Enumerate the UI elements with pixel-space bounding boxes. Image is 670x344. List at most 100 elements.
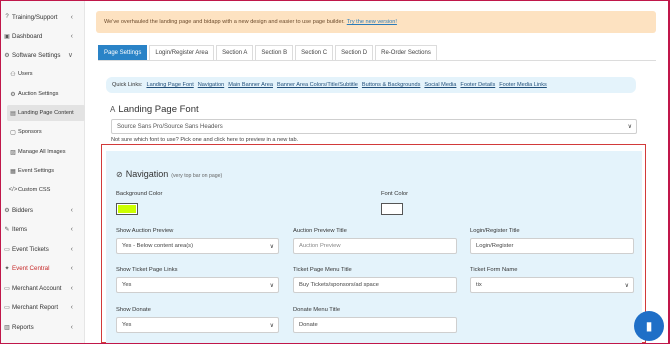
quick-link-footer-media[interactable]: Footer Media Links <box>499 82 547 88</box>
font-icon: A <box>110 105 116 114</box>
quick-link-social-media[interactable]: Social Media <box>424 82 456 88</box>
quick-link-buttons-backgrounds[interactable]: Buttons & Backgrounds <box>362 82 420 88</box>
font-color-swatch[interactable] <box>381 203 403 215</box>
show-ticket-links-select[interactable]: Yes ∨ <box>116 277 279 293</box>
users-icon: ⚇ <box>10 71 16 78</box>
tab-section-c[interactable]: Section C <box>295 45 334 60</box>
sidebar-item-label: Merchant Account <box>12 284 62 292</box>
tab-reorder-sections[interactable]: Re-Order Sections <box>375 45 437 60</box>
gear-icon: ⚙ <box>4 207 10 214</box>
auction-preview-title-input[interactable]: Auction Preview <box>293 238 457 254</box>
landing-font-select[interactable]: Source Sans Pro/Source Sans Headers ∨ <box>111 119 637 134</box>
sidebar-item-merchant-account[interactable]: ▭ Merchant Account ‹ <box>1 282 85 294</box>
sidebar-item-label: Software Settings <box>12 51 61 59</box>
chevron-down-icon: ∨ <box>67 52 73 59</box>
chevron-left-icon: ‹ <box>70 225 73 233</box>
ticket-form-name-select[interactable]: tix ∨ <box>470 277 634 293</box>
background-color-swatch[interactable] <box>116 203 138 215</box>
sidebar-item-label: Training/Support <box>12 13 58 21</box>
sidebar-item-bidders[interactable]: ⚙ Bidders ‹ <box>1 204 85 216</box>
chevron-left-icon: ‹ <box>70 206 73 214</box>
landing-font-value: Source Sans Pro/Source Sans Headers <box>117 123 223 130</box>
gear-icon: ⚙ <box>4 52 10 59</box>
quick-link-landing-font[interactable]: Landing Page Font <box>146 82 193 88</box>
ticket-menu-title-input[interactable]: Buy Tickets/sponsors/ad space <box>293 277 457 293</box>
navigation-subtitle: (very top bar on page) <box>171 173 223 179</box>
sidebar-item-dashboard[interactable]: ▣ Dashboard ‹ <box>1 30 85 42</box>
chevron-left-icon: ‹ <box>70 264 73 272</box>
sidebar-item-label: Custom CSS <box>18 187 51 193</box>
sidebar-item-label: Merchant Report <box>12 303 59 311</box>
sidebar-item-custom-css[interactable]: </> Custom CSS <box>7 184 85 196</box>
quick-link-main-banner[interactable]: Main Banner Area <box>228 82 273 88</box>
sidebar-item-landing-page-content[interactable]: ▤ Landing Page Content <box>7 105 85 121</box>
background-color-fill <box>118 205 136 213</box>
landing-font-heading: A Landing Page Font <box>110 104 199 115</box>
login-register-title-input[interactable]: Login/Register <box>470 238 634 254</box>
try-new-version-link[interactable]: Try the new version! <box>347 19 397 25</box>
quick-link-banner-colors[interactable]: Banner Area Colors/Title/Subtitle <box>277 82 358 88</box>
show-auction-preview-select[interactable]: Yes - Below content area(s) ∨ <box>116 238 279 254</box>
tab-section-a[interactable]: Section A <box>216 45 254 60</box>
chevron-left-icon: ‹ <box>70 303 73 311</box>
sidebar-item-training-support[interactable]: ? Training/Support ‹ <box>1 11 85 23</box>
ticket-form-name-value: tix <box>476 282 482 288</box>
document-icon: ▤ <box>10 110 16 117</box>
show-donate-select[interactable]: Yes ∨ <box>116 317 279 333</box>
navigation-section: ⊘ Navigation (very top bar on page) Back… <box>101 144 646 343</box>
navigation-panel: ⊘ Navigation (very top bar on page) Back… <box>106 151 642 343</box>
quick-links-bar: Quick Links: Landing Page Font Navigatio… <box>106 77 636 93</box>
quick-link-navigation[interactable]: Navigation <box>198 82 224 88</box>
chevron-left-icon: ‹ <box>70 13 73 21</box>
sidebar-item-event-tickets[interactable]: ▭ Event Tickets ‹ <box>1 243 85 255</box>
chevron-left-icon: ‹ <box>70 245 73 253</box>
sidebar-item-software-settings[interactable]: ⚙ Software Settings ∨ <box>1 49 85 61</box>
sidebar-item-items[interactable]: ✎ Items ‹ <box>1 223 85 235</box>
ticket-menu-title-label: Ticket Page Menu Title <box>293 267 352 273</box>
donate-menu-title-label: Donate Menu Title <box>293 307 341 313</box>
tab-section-d[interactable]: Section D <box>335 45 374 60</box>
sidebar-item-label: Reports <box>12 323 34 331</box>
quick-link-footer-details[interactable]: Footer Details <box>460 82 495 88</box>
navigation-title: Navigation <box>125 169 169 179</box>
auction-preview-title-label: Auction Preview Title <box>293 228 347 234</box>
landing-font-title: Landing Page Font <box>118 104 199 115</box>
show-donate-label: Show Donate <box>116 307 151 313</box>
background-color-label: Background Color <box>116 191 163 197</box>
chevron-left-icon: ‹ <box>70 323 73 331</box>
chat-widget-button[interactable]: ▮ <box>634 311 664 341</box>
chat-bubble-icon: ▮ <box>645 319 653 333</box>
sidebar-item-label: Manage All Images <box>18 149 66 155</box>
sidebar-item-event-settings[interactable]: ▦ Event Settings <box>7 165 85 177</box>
sidebar-item-merchant-report[interactable]: ▭ Merchant Report ‹ <box>1 301 85 313</box>
sidebar-item-auction-settings[interactable]: ⚙ Auction Settings <box>7 88 85 100</box>
sidebar-item-label: Sponsors <box>18 129 42 135</box>
sidebar-item-label: Users <box>18 71 33 77</box>
tab-page-settings[interactable]: Page Settings <box>98 45 148 60</box>
chevron-down-icon: ∨ <box>269 243 274 250</box>
sidebar-item-reports[interactable]: ▥ Reports ‹ <box>1 321 85 333</box>
reports-icon: ▥ <box>4 324 10 331</box>
font-preview-hint[interactable]: Not sure which font to use? Pick one and… <box>111 137 298 143</box>
sidebar-item-label: Event Settings <box>18 168 55 174</box>
ticket-icon: ▭ <box>4 246 10 253</box>
sidebar-item-sponsors[interactable]: ▢ Sponsors <box>7 126 85 138</box>
tab-section-b[interactable]: Section B <box>255 45 294 60</box>
settings-tabs: Page Settings Login/Register Area Sectio… <box>98 45 439 60</box>
chevron-left-icon: ‹ <box>70 32 73 40</box>
report-icon: ▭ <box>4 304 10 311</box>
sidebar-item-label: Items <box>12 225 28 233</box>
show-donate-value: Yes <box>122 322 132 328</box>
main-content: We've overhauled the landing page and bi… <box>86 1 668 343</box>
tab-login-register[interactable]: Login/Register Area <box>149 45 215 60</box>
sidebar-item-users[interactable]: ⚇ Users <box>7 68 85 80</box>
donate-menu-title-input[interactable]: Donate <box>293 317 457 333</box>
ticket-form-name-label: Ticket Form Name <box>470 267 518 273</box>
notice-text: We've overhauled the landing page and bi… <box>104 19 345 25</box>
login-register-title-label: Login/Register Title <box>470 228 520 234</box>
sponsors-icon: ▢ <box>10 129 16 136</box>
show-ticket-links-label: Show Ticket Page Links <box>116 267 178 273</box>
show-ticket-links-value: Yes <box>122 282 132 288</box>
sidebar-item-event-central[interactable]: ✦ Event Central ‹ <box>1 262 85 274</box>
sidebar-item-manage-all-images[interactable]: ▨ Manage All Images <box>7 146 85 158</box>
